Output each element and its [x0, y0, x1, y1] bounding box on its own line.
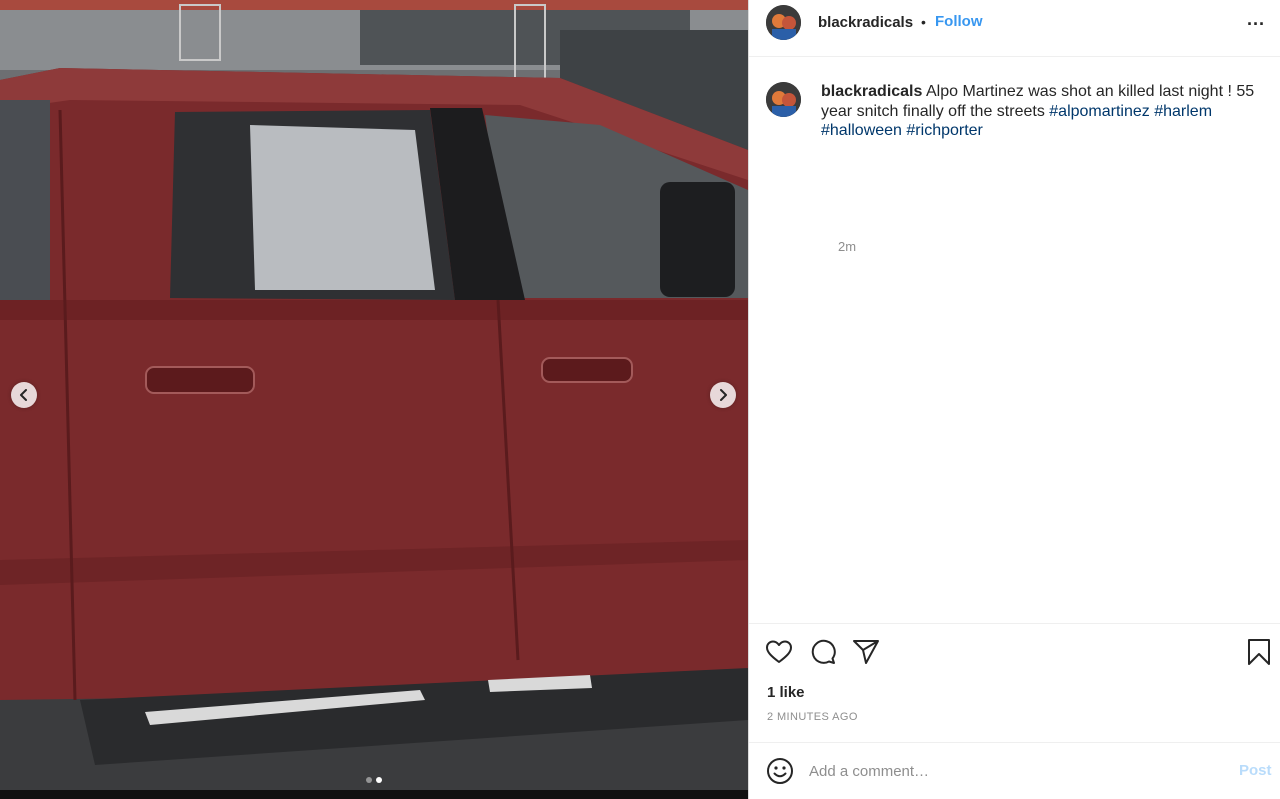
post-details-panel: blackradicals • Follow ··· blackradicals…	[748, 0, 1280, 799]
avatar[interactable]	[766, 5, 801, 40]
carousel-indicator	[0, 777, 748, 783]
caption-username[interactable]: blackradicals	[821, 83, 922, 100]
author-username[interactable]: blackradicals	[818, 14, 913, 31]
caption-time[interactable]: 2m	[838, 239, 856, 254]
caption-avatar[interactable]	[766, 82, 801, 117]
post-comment-button[interactable]: Post	[1239, 762, 1272, 779]
like-count[interactable]: 1 like	[767, 684, 805, 701]
next-slide-button[interactable]	[710, 382, 736, 408]
avatar-image	[766, 82, 801, 117]
header-separator: •	[921, 14, 926, 30]
truck-photo	[0, 0, 748, 799]
heart-icon[interactable]	[765, 638, 793, 666]
share-icon[interactable]	[852, 638, 880, 666]
previous-slide-button[interactable]	[11, 382, 37, 408]
comment-form: Post	[749, 742, 1280, 799]
carousel-dot	[366, 777, 372, 783]
hashtag[interactable]: #alpomartinez	[1049, 103, 1150, 120]
avatar-image	[766, 5, 801, 40]
more-options-icon[interactable]: ···	[1247, 14, 1265, 35]
carousel-dot-active	[376, 777, 382, 783]
chevron-right-icon	[720, 389, 727, 401]
action-bar	[749, 623, 1280, 683]
hashtag[interactable]: #halloween	[821, 122, 902, 139]
emoji-icon[interactable]	[766, 757, 794, 785]
comment-input[interactable]	[809, 759, 1209, 783]
caption-text: blackradicals Alpo Martinez was shot an …	[821, 82, 1261, 141]
comment-icon[interactable]	[809, 638, 837, 666]
post-timestamp[interactable]: 2 MINUTES AGO	[767, 711, 858, 723]
post-media[interactable]	[0, 0, 748, 799]
chevron-left-icon	[20, 389, 27, 401]
hashtag[interactable]: #harlem	[1154, 103, 1212, 120]
bookmark-icon[interactable]	[1245, 638, 1273, 666]
follow-button[interactable]: Follow	[935, 13, 983, 30]
post-header: blackradicals • Follow ···	[749, 0, 1280, 57]
post-view: blackradicals • Follow ··· blackradicals…	[0, 0, 1280, 799]
hashtag[interactable]: #richporter	[906, 122, 982, 139]
